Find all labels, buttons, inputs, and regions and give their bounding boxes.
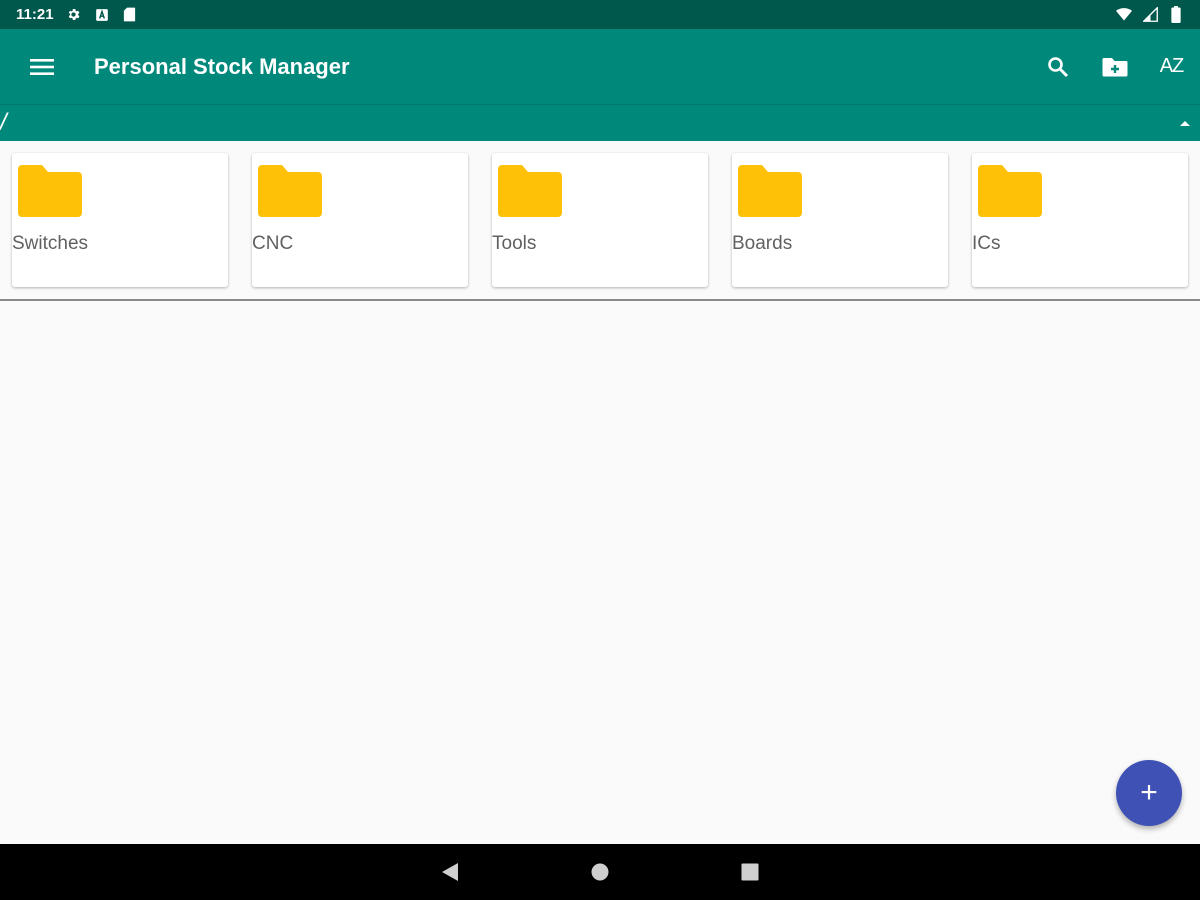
menu-button[interactable] <box>0 29 84 104</box>
folder-card-tools[interactable]: Tools <box>492 153 708 287</box>
sort-button[interactable]: AZ <box>1143 29 1200 104</box>
status-time: 11:21 <box>16 6 54 23</box>
signal-icon <box>1142 7 1158 23</box>
folder-card-cnc[interactable]: CNC <box>252 153 468 287</box>
folder-card-boards[interactable]: Boards <box>732 153 948 287</box>
collapse-path-button[interactable] <box>1170 105 1200 142</box>
a-box-icon <box>94 7 110 23</box>
folder-icon <box>738 165 802 217</box>
search-icon <box>1047 56 1068 77</box>
battery-icon <box>1168 6 1184 23</box>
arrow-up-icon <box>1180 121 1190 126</box>
folder-grid: Switches CNC Tools Boards ICs <box>0 141 1200 301</box>
menu-icon <box>30 58 54 75</box>
status-bar: 11:21 <box>0 0 1200 29</box>
nav-back-button[interactable] <box>435 857 465 887</box>
folder-card-ics[interactable]: ICs <box>972 153 1188 287</box>
folder-icon <box>18 165 82 217</box>
path-bar: / <box>0 104 1200 141</box>
home-icon <box>591 863 609 881</box>
wifi-icon <box>1116 7 1132 23</box>
recents-icon <box>741 863 759 881</box>
folder-label: ICs <box>972 233 1001 254</box>
back-icon <box>442 863 458 881</box>
folder-icon <box>258 165 322 217</box>
folder-label: CNC <box>252 233 294 254</box>
nav-recents-button[interactable] <box>735 857 765 887</box>
folder-icon <box>498 165 562 217</box>
plus-icon: + <box>1140 776 1158 809</box>
search-button[interactable] <box>1029 29 1086 104</box>
folder-icon <box>978 165 1042 217</box>
add-item-fab[interactable]: + <box>1116 760 1182 826</box>
current-path: / <box>0 109 7 136</box>
folder-label: Tools <box>492 233 537 254</box>
sort-az-icon: AZ <box>1159 55 1185 77</box>
sd-card-icon <box>122 7 138 23</box>
folder-card-switches[interactable]: Switches <box>12 153 228 287</box>
nav-home-button[interactable] <box>585 857 615 887</box>
settings-icon <box>66 7 82 23</box>
folder-label: Boards <box>732 233 793 254</box>
app-title: Personal Stock Manager <box>94 53 350 79</box>
new-folder-icon <box>1102 57 1127 76</box>
system-nav-bar <box>0 844 1200 900</box>
app-screen: 11:21 Personal Stock Manager AZ / Switch… <box>0 0 1200 900</box>
new-folder-button[interactable] <box>1086 29 1143 104</box>
folder-label: Switches <box>12 233 89 254</box>
app-toolbar: Personal Stock Manager AZ <box>0 29 1200 104</box>
